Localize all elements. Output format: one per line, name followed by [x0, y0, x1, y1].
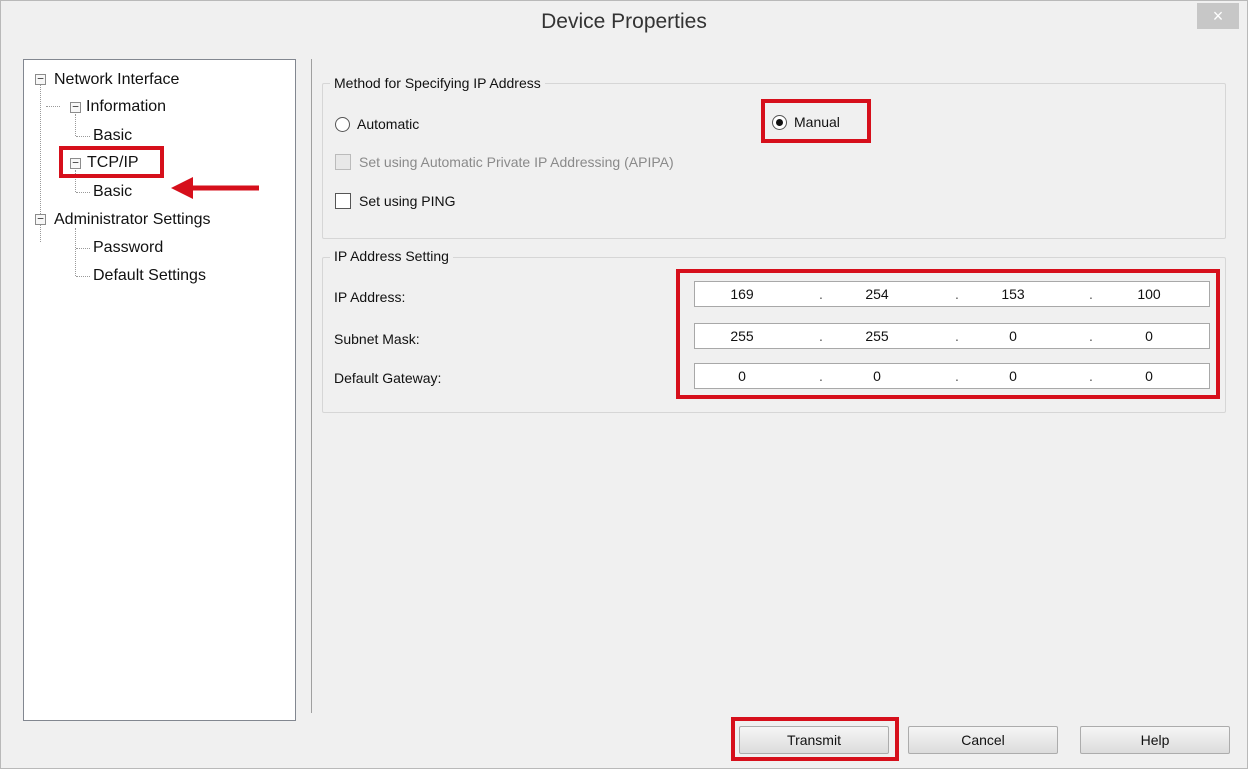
tree-item-tcpip-basic[interactable]: Basic [93, 182, 132, 202]
ip-settings-highlight-box [676, 269, 1220, 399]
tree-item-information[interactable]: Information [86, 97, 166, 117]
transmit-highlight-box [731, 717, 899, 761]
help-button[interactable]: Help [1080, 726, 1230, 754]
manual-highlight-box [761, 99, 871, 143]
collapse-icon[interactable]: − [35, 213, 46, 225]
red-arrow-icon [171, 177, 259, 199]
ping-label: Set using PING [359, 193, 456, 209]
tree-item-network-interface[interactable]: Network Interface [54, 70, 179, 90]
tree-line [76, 248, 90, 249]
close-button[interactable]: × [1197, 3, 1239, 29]
ip-group-label: IP Address Setting [330, 248, 453, 264]
tree-line [76, 192, 90, 193]
tree-line [75, 114, 76, 136]
apipa-label: Set using Automatic Private IP Addressin… [359, 154, 674, 170]
tree-item-administrator-settings[interactable]: Administrator Settings [54, 210, 211, 230]
tcpip-highlight-box [59, 146, 164, 178]
tree-line [76, 276, 90, 277]
tree-line [75, 228, 76, 276]
cancel-button[interactable]: Cancel [908, 726, 1058, 754]
device-properties-window: Device Properties × − Network Interface … [0, 0, 1248, 769]
automatic-radio[interactable] [335, 117, 350, 132]
tree-item-default-settings[interactable]: Default Settings [93, 266, 206, 286]
tree-item-information-basic[interactable]: Basic [93, 126, 132, 146]
tree-line [46, 106, 60, 107]
collapse-icon[interactable]: − [35, 73, 46, 85]
method-group-label: Method for Specifying IP Address [330, 75, 545, 91]
ip-address-label: IP Address: [334, 289, 406, 305]
title-bar: Device Properties × [1, 1, 1247, 45]
collapse-icon[interactable]: − [70, 101, 81, 113]
tree-item-password[interactable]: Password [93, 238, 163, 258]
automatic-label: Automatic [357, 116, 420, 132]
tree-line [76, 136, 90, 137]
default-gateway-label: Default Gateway: [334, 370, 442, 386]
subnet-mask-label: Subnet Mask: [334, 331, 420, 347]
apipa-checkbox[interactable] [335, 154, 351, 170]
window-title: Device Properties [541, 10, 707, 33]
ping-checkbox[interactable] [335, 193, 351, 209]
